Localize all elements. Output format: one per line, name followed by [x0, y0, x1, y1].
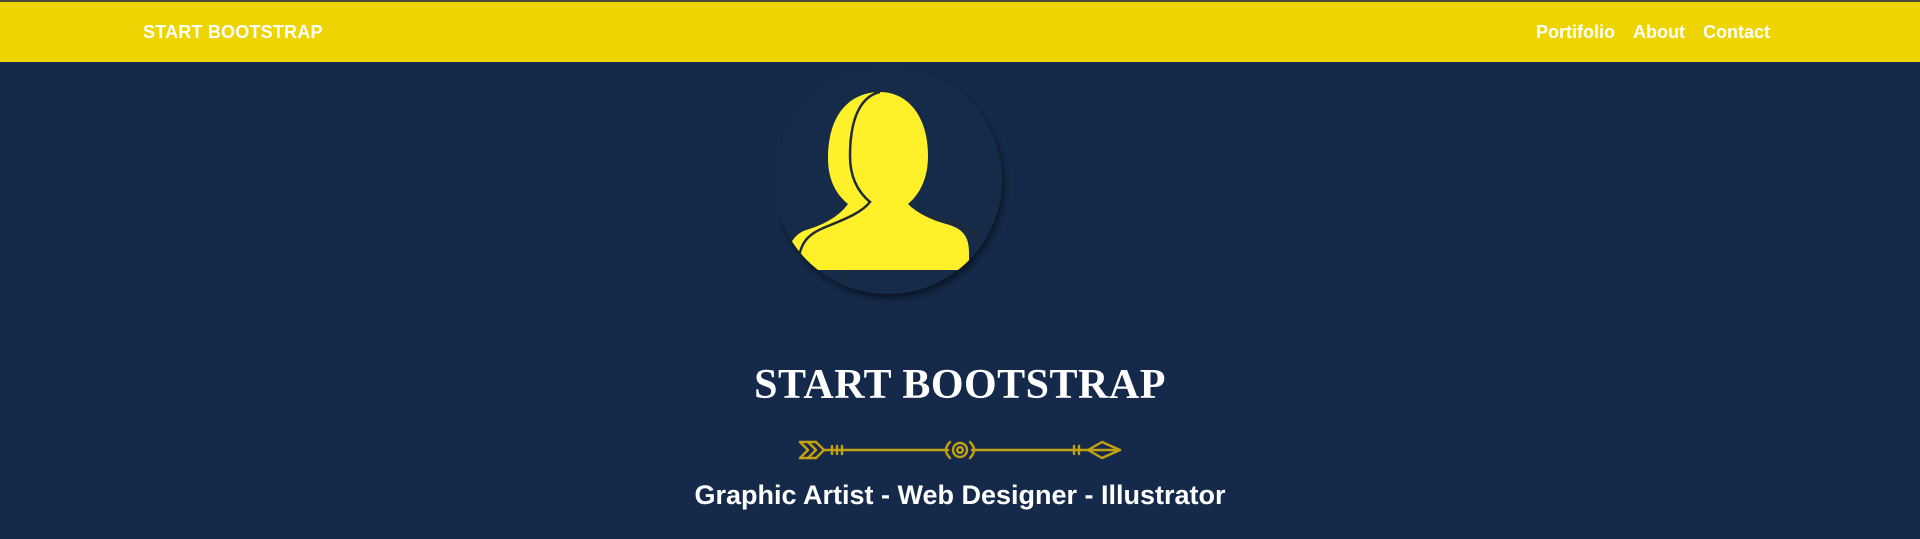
nav-link-portifolio[interactable]: Portifolio	[1536, 22, 1615, 43]
hero-subtitle: Graphic Artist - Web Designer - Illustra…	[694, 480, 1226, 510]
arrow-divider-icon	[798, 438, 1122, 462]
user-silhouette-icon	[774, 66, 1002, 294]
avatar	[774, 66, 1020, 306]
brand-link[interactable]: START BOOTSTRAP	[143, 22, 323, 43]
nav-link-about[interactable]: About	[1633, 22, 1685, 43]
nav-menu: Portifolio About Contact	[1536, 22, 1770, 43]
navbar: START BOOTSTRAP Portifolio About Contact	[0, 0, 1920, 62]
hero-title: START BOOTSTRAP	[754, 362, 1166, 408]
nav-link-contact[interactable]: Contact	[1703, 22, 1770, 43]
